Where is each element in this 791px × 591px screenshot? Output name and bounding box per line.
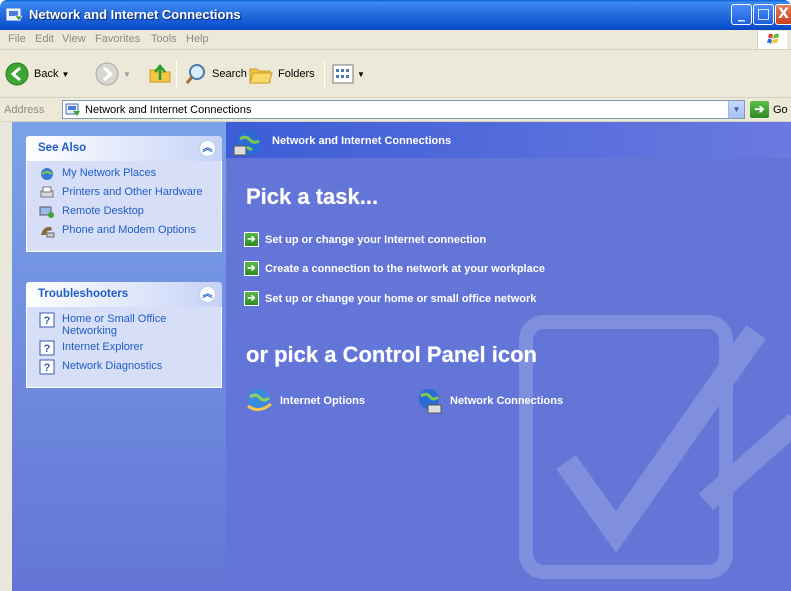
see-also-header[interactable]: See Also ︽ <box>26 136 222 161</box>
control-panel-icon <box>6 8 23 22</box>
views-button[interactable]: ▼ <box>332 58 365 90</box>
category-title: Network and Internet Connections <box>272 135 452 147</box>
menu-tools[interactable]: Tools <box>151 33 177 45</box>
collapse-chevron-icon[interactable]: ︽ <box>199 286 216 303</box>
see-also-title: See Also <box>38 142 87 154</box>
back-label: Back <box>34 68 59 80</box>
troubleshooters-title: Troubleshooters <box>38 288 129 300</box>
troubleshooter-home-office-networking[interactable]: ? Home or Small Office Networking <box>39 312 221 337</box>
see-also-printers-hardware[interactable]: Printers and Other Hardware <box>39 186 221 201</box>
back-button[interactable]: Back ▼ <box>4 58 69 90</box>
main-content: Network and Internet Connections Pick a … <box>226 122 791 591</box>
minimize-button[interactable]: _ <box>731 4 752 25</box>
forward-arrow-icon <box>95 62 119 86</box>
see-also-my-network-places[interactable]: My Network Places <box>39 167 221 182</box>
search-button[interactable]: Search <box>184 58 247 90</box>
svg-text:?: ? <box>44 343 51 355</box>
troubleshooters-header[interactable]: Troubleshooters ︽ <box>26 282 222 307</box>
go-label: Go <box>773 103 788 116</box>
see-also-panel: See Also ︽ My Network Places Printers an… <box>26 136 222 252</box>
task-arrow-icon: ➔ <box>244 261 259 276</box>
troubleshooter-network-diagnostics[interactable]: ? Network Diagnostics <box>39 359 221 375</box>
help-icon: ? <box>39 312 55 328</box>
up-folder-button[interactable] <box>148 58 172 90</box>
network-places-icon <box>41 168 53 180</box>
internet-options-item[interactable]: Internet Options <box>244 386 365 416</box>
task-arrow-icon: ➔ <box>244 291 259 306</box>
maximize-button[interactable]: □ <box>753 4 774 25</box>
menu-help[interactable]: Help <box>186 33 209 45</box>
svg-text:?: ? <box>44 362 51 374</box>
task-arrow-icon: ➔ <box>244 232 259 247</box>
address-input[interactable]: Network and Internet Connections ▼ <box>62 100 745 119</box>
network-connections-item[interactable]: Network Connections <box>414 386 563 416</box>
forward-button[interactable]: ▼ <box>94 58 131 90</box>
pick-icon-heading: or pick a Control Panel icon <box>246 342 537 367</box>
forward-dropdown-icon[interactable]: ▼ <box>123 70 131 79</box>
go-arrow-icon: ➔ <box>750 101 769 118</box>
go-button[interactable]: ➔ Go <box>750 101 788 118</box>
task-pane: See Also ︽ My Network Places Printers an… <box>0 122 226 591</box>
views-icon <box>332 64 354 84</box>
troubleshooters-panel: Troubleshooters ︽ ? Home or Small Office… <box>26 282 222 388</box>
collapse-chevron-icon[interactable]: ︽ <box>199 140 216 157</box>
search-icon <box>185 64 205 84</box>
remote-desktop-icon <box>39 206 54 218</box>
folders-icon <box>249 68 273 84</box>
task-home-office-network[interactable]: ➔ Set up or change your home or small of… <box>244 291 536 306</box>
help-icon: ? <box>39 340 55 356</box>
control-panel-icon <box>65 103 80 116</box>
window-title: Network and Internet Connections <box>29 7 241 22</box>
close-button[interactable]: X <box>775 4 791 25</box>
see-also-phone-modem[interactable]: Phone and Modem Options <box>39 224 221 239</box>
help-icon: ? <box>39 359 55 375</box>
menu-favorites[interactable]: Favorites <box>95 33 140 45</box>
network-globe-icon <box>233 131 261 156</box>
troubleshooter-internet-explorer[interactable]: ? Internet Explorer <box>39 340 221 356</box>
folders-label: Folders <box>278 68 315 80</box>
pick-task-heading: Pick a task... <box>246 184 379 209</box>
address-bar: Address Network and Internet Connections… <box>0 98 791 122</box>
menu-view[interactable]: View <box>62 33 86 45</box>
address-dropdown-icon[interactable]: ▼ <box>728 101 744 118</box>
internet-options-icon <box>247 389 272 411</box>
address-value: Network and Internet Connections <box>85 103 252 116</box>
search-label: Search <box>212 68 247 80</box>
menu-file[interactable]: File <box>8 33 26 45</box>
up-folder-icon <box>149 64 171 83</box>
address-label: Address <box>4 104 45 116</box>
menu-edit[interactable]: Edit <box>35 33 54 45</box>
views-dropdown-icon[interactable]: ▼ <box>357 70 365 79</box>
task-internet-connection[interactable]: ➔ Set up or change your Internet connect… <box>244 232 486 247</box>
see-also-remote-desktop[interactable]: Remote Desktop <box>39 205 221 220</box>
title-bar[interactable]: Network and Internet Connections _ □ X <box>0 0 791 30</box>
toolbar: Back ▼ ▼ Search Folders ▼ <box>0 50 791 98</box>
back-dropdown-icon[interactable]: ▼ <box>61 70 69 79</box>
task-workplace-connection[interactable]: ➔ Create a connection to the network at … <box>244 261 545 276</box>
phone-modem-icon <box>41 226 55 238</box>
menu-bar: File Edit View Favorites Tools Help <box>0 30 791 50</box>
back-arrow-icon <box>5 62 29 86</box>
category-watermark-icon <box>519 315 791 579</box>
printer-icon <box>40 186 54 198</box>
windows-logo-icon <box>757 31 787 49</box>
network-connections-icon <box>419 389 442 414</box>
folders-button[interactable]: Folders <box>248 58 315 90</box>
svg-text:?: ? <box>44 315 51 327</box>
